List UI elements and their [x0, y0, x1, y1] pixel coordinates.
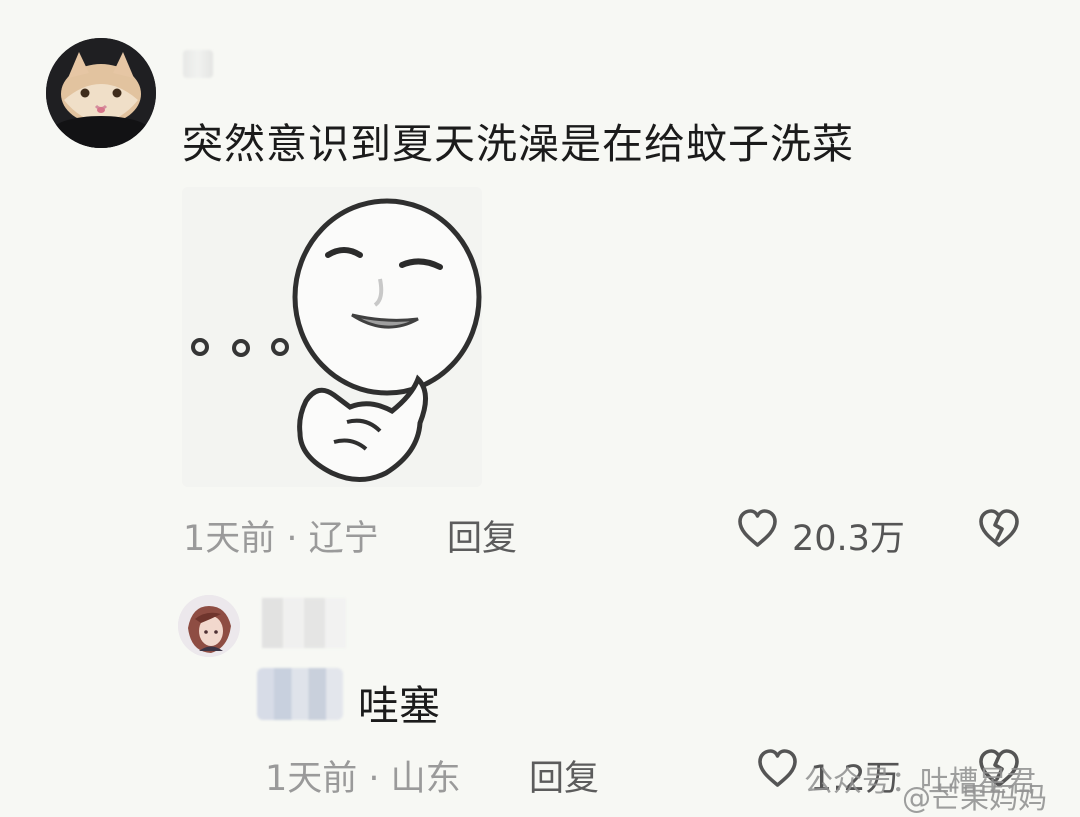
reply-username-blurred [262, 598, 346, 648]
avatar[interactable] [46, 38, 156, 148]
like-count: 20.3万 [792, 519, 905, 559]
reply-text: 哇塞 [358, 682, 440, 730]
reply-button[interactable]: 回复 [447, 510, 517, 561]
comment-meta: 1天前 · 辽宁 [183, 519, 379, 559]
reply-meta: 1天前 · 山东 [265, 759, 461, 799]
username-blurred [183, 50, 213, 78]
reply-reply-button[interactable]: 回复 [529, 750, 599, 801]
comment-text: 突然意识到夏天洗澡是在给蚊子洗菜 [182, 120, 854, 168]
meme-image[interactable] [182, 187, 482, 487]
reply-avatar[interactable] [178, 595, 240, 657]
mention-blurred [257, 668, 343, 720]
like-icon[interactable] [734, 505, 781, 552]
reply-like-icon[interactable] [754, 745, 801, 792]
dislike-icon[interactable] [974, 505, 1024, 552]
